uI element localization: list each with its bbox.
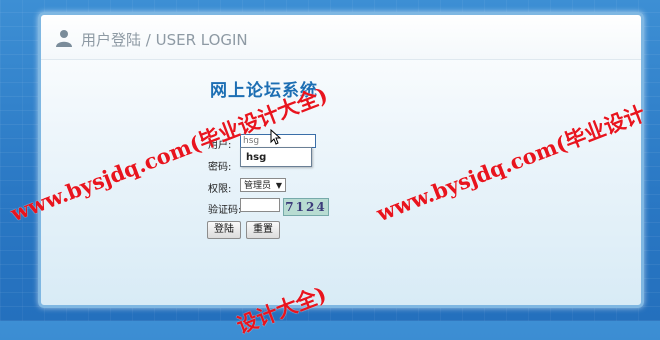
autocomplete-suggestion[interactable]: hsg [240, 147, 312, 167]
role-label: 权限: [208, 184, 232, 195]
mouse-cursor-icon [270, 129, 282, 145]
reset-button[interactable]: 重置 [246, 221, 280, 239]
header-title: 用户登陆 / USER LOGIN [81, 31, 248, 49]
panel-header: 用户登陆 / USER LOGIN [41, 15, 641, 60]
captcha-input[interactable] [240, 198, 280, 212]
password-label: 密码: [208, 162, 232, 173]
user-icon [56, 30, 72, 47]
role-select[interactable]: 管理员 ▼ [240, 178, 286, 192]
login-button[interactable]: 登陆 [207, 221, 241, 239]
chevron-down-icon: ▼ [275, 181, 282, 190]
captcha-label: 验证码: [208, 205, 242, 216]
captcha-image[interactable]: 7124 [283, 198, 329, 216]
role-select-value: 管理员 [244, 181, 272, 191]
